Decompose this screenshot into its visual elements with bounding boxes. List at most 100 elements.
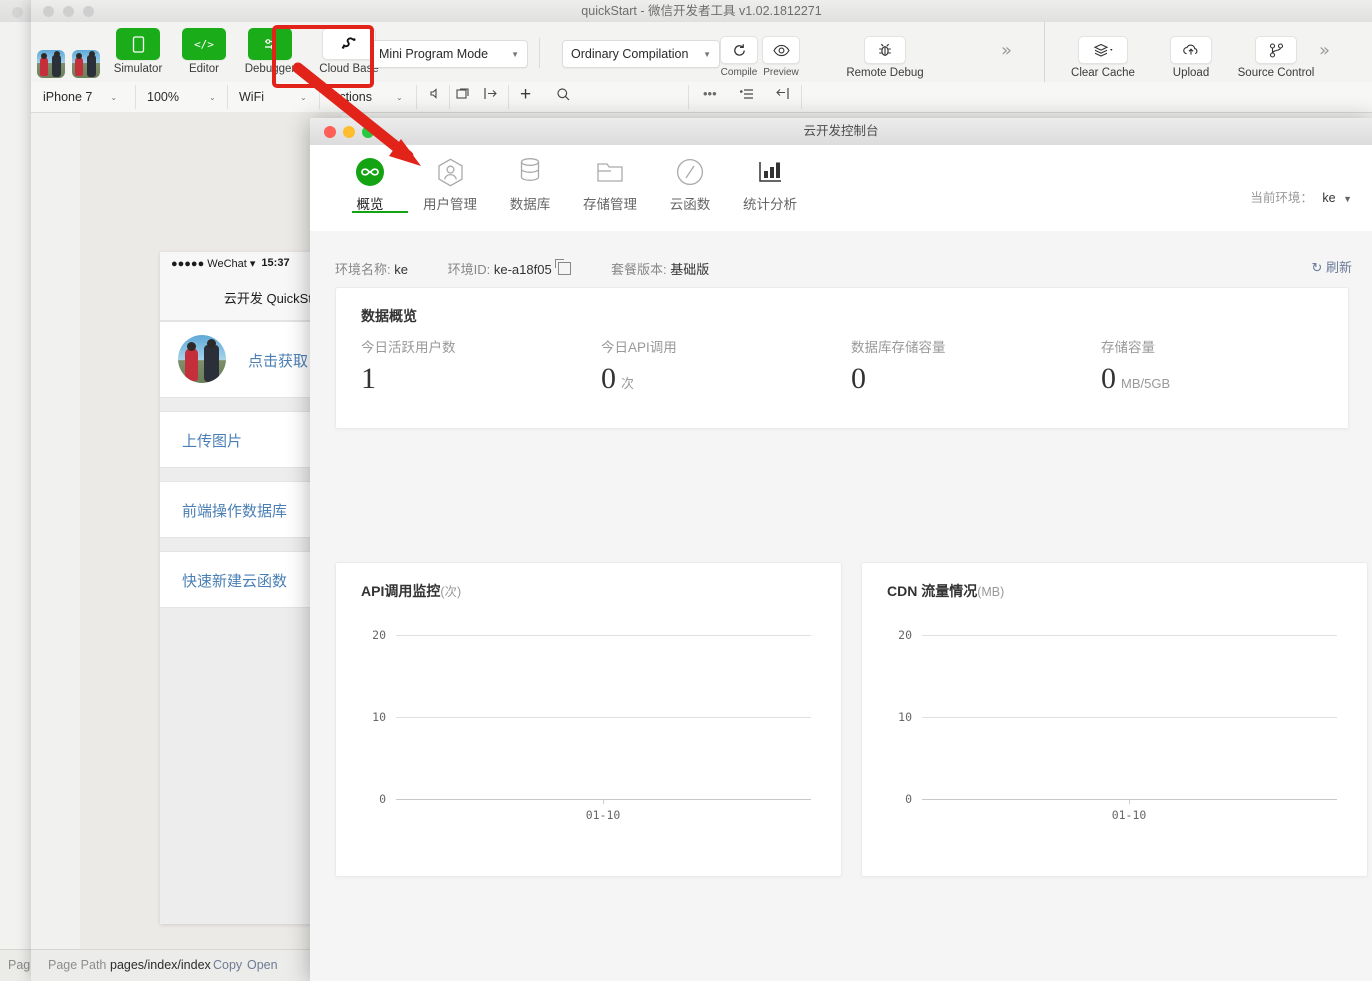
user-avatar-2[interactable] (72, 50, 100, 78)
env-id-label: 环境ID: (447, 262, 491, 277)
sim-divider-8 (801, 85, 802, 109)
volume-icon[interactable] (429, 87, 442, 103)
toolbar-button-compile[interactable]: Compile (717, 36, 761, 78)
toolbar-button-clear-cache[interactable]: Clear Cache (1053, 36, 1153, 79)
cdn-traffic-plot: 20 10 0 01-10 (862, 615, 1367, 835)
status-page-path-label: Page Path (48, 958, 107, 972)
actions-select[interactable]: Actions ⌄ (323, 86, 411, 108)
sim-divider-5 (449, 85, 450, 109)
tab-database[interactable]: 数据库 (490, 155, 570, 213)
simulator-toolbar: iPhone 7 ⌄ 100% ⌄ WiFi ⌄ Actions ⌄ + ••• (31, 82, 1372, 113)
tab-label-user-management: 用户管理 (423, 197, 477, 212)
mode-select-value: Mini Program Mode (379, 47, 489, 61)
tab-storage[interactable]: 存储管理 (570, 155, 650, 213)
stat-label-storage: 存储容量 (1101, 340, 1155, 355)
compilation-select[interactable]: Ordinary Compilation ▼ (562, 40, 720, 68)
bg-close-button[interactable] (12, 7, 23, 18)
list-item-label-upload: 上传图片 (182, 433, 243, 450)
toolbar-button-remote-debug[interactable]: Remote Debug (826, 36, 944, 79)
user-avatar-1[interactable] (37, 50, 65, 78)
copy-icon[interactable] (555, 259, 572, 275)
sim-divider-1 (135, 85, 136, 109)
code-icon: </> (182, 28, 226, 60)
toolbar-button-source-control[interactable]: Source Control (1221, 36, 1331, 79)
list-icon[interactable] (740, 87, 754, 103)
cloud-console-nav: 概览 用户管理 数据库 存储管理 云函数 统计分析 当前环境： ke ▼ (310, 145, 1372, 232)
stat-active-users: 今日活跃用户数 1 (361, 336, 456, 396)
chevron-down-icon: ▼ (511, 49, 519, 59)
x-tick-label-cdn: 01-10 (1111, 808, 1147, 822)
env-id-group: 环境ID: ke-a18f05 (448, 259, 572, 278)
status-page-path-value: pages/index/index (110, 958, 211, 972)
multi-window-icon[interactable] (456, 87, 471, 103)
toolbar-divider-1 (539, 38, 540, 68)
stat-api-calls: 今日API调用 0次 (601, 336, 677, 396)
toolbar-button-upload[interactable]: Upload (1153, 36, 1229, 79)
function-icon (650, 155, 730, 189)
toolbar-label-clear-cache: Clear Cache (1071, 67, 1135, 79)
toolbar-button-preview[interactable]: Preview (759, 36, 803, 78)
toolbar-button-debugger[interactable]: Debugger (239, 28, 301, 75)
toolbar-button-simulator[interactable]: Simulator (107, 28, 169, 75)
chart-title-text-api: API调用监控 (361, 583, 441, 599)
tab-label-database: 数据库 (509, 197, 551, 212)
gridline-20 (396, 635, 811, 636)
y-tick-10: 10 (372, 710, 386, 724)
tab-cloud-functions[interactable]: 云函数 (650, 155, 730, 213)
sim-divider-7 (688, 85, 689, 109)
chevron-double-right-icon-2[interactable]: » (1319, 40, 1330, 61)
toolbar-button-editor[interactable]: </> Editor (173, 28, 235, 75)
status-open-button[interactable]: Open (247, 958, 278, 972)
tab-statistics[interactable]: 统计分析 (730, 155, 810, 213)
stat-db-storage: 数据库存储容量 0 (851, 336, 946, 396)
collapse-icon[interactable] (776, 87, 790, 103)
env-name-value: ke (394, 262, 408, 277)
list-item-label-database: 前端操作数据库 (182, 503, 288, 520)
tab-overview[interactable]: 概览 (330, 155, 410, 213)
cdn-traffic-chart-card: CDN 流量情况(MB) 20 10 0 01-10 (861, 562, 1368, 877)
cloud-console-titlebar: 云开发控制台 (310, 118, 1372, 146)
plus-icon[interactable]: + (520, 85, 531, 104)
x-tick-mark-cdn (1129, 799, 1130, 804)
mode-select[interactable]: Mini Program Mode ▼ (370, 40, 528, 68)
debugger-icon (248, 28, 292, 60)
sim-divider-3 (319, 85, 320, 109)
tab-user-management[interactable]: 用户管理 (410, 155, 490, 213)
simulator-panel: ●●●●● WeChat ▾ 15:37 云开发 QuickStart 点击获取… (80, 112, 391, 950)
chevron-down-icon: ⌄ (110, 92, 118, 102)
current-env-selector[interactable]: 当前环境： ke ▼ (1250, 187, 1352, 206)
stat-number-api-calls: 0 (601, 362, 616, 395)
chevron-down-icon: ⌄ (208, 92, 216, 102)
panel-toggle-icon[interactable] (483, 87, 498, 103)
stat-value-active-users: 1 (361, 362, 376, 395)
data-overview-card: 数据概览 今日活跃用户数 1 今日API调用 0次 数据库存储容量 0 存储容量… (335, 287, 1349, 429)
chevron-double-right-icon[interactable]: » (1001, 40, 1012, 61)
toolbar-label-simulator: Simulator (113, 63, 163, 75)
toolbar-label-source-control: Source Control (1237, 67, 1315, 79)
database-icon (490, 155, 570, 189)
chart-title-text-cdn: CDN 流量情况 (887, 583, 978, 599)
status-copy-button[interactable]: Copy (213, 958, 242, 972)
cloud-base-icon (322, 28, 376, 60)
bar-chart-icon (730, 155, 810, 189)
network-select[interactable]: WiFi ⌄ (231, 86, 315, 108)
toolbar-label-compile: Compile (720, 67, 758, 78)
refresh-button[interactable]: ↻ 刷新 (1311, 257, 1352, 276)
device-select[interactable]: iPhone 7 ⌄ (35, 86, 125, 108)
stat-label-active-users: 今日活跃用户数 (361, 340, 456, 355)
toolbar-label-editor: Editor (188, 63, 220, 75)
gridline-10-cdn (922, 717, 1337, 718)
infinity-icon (330, 155, 410, 189)
refresh-icon (720, 36, 758, 64)
zoom-select[interactable]: 100% ⌄ (139, 86, 224, 108)
more-icon[interactable]: ••• (703, 87, 717, 101)
cloud-console-body: 环境名称: ke 环境ID: ke-a18f05 套餐版本: 基础版 ↻ 刷新 … (310, 231, 1372, 981)
folder-icon (570, 155, 650, 189)
compilation-select-value: Ordinary Compilation (571, 47, 689, 61)
stat-label-api-calls: 今日API调用 (601, 340, 677, 355)
y-tick-0-cdn: 0 (905, 792, 912, 806)
api-monitor-chart-card: API调用监控(次) 20 10 0 01-10 (335, 562, 842, 877)
tab-active-indicator (352, 211, 408, 213)
chevron-down-icon: ▼ (703, 49, 711, 59)
search-icon[interactable] (556, 87, 571, 105)
